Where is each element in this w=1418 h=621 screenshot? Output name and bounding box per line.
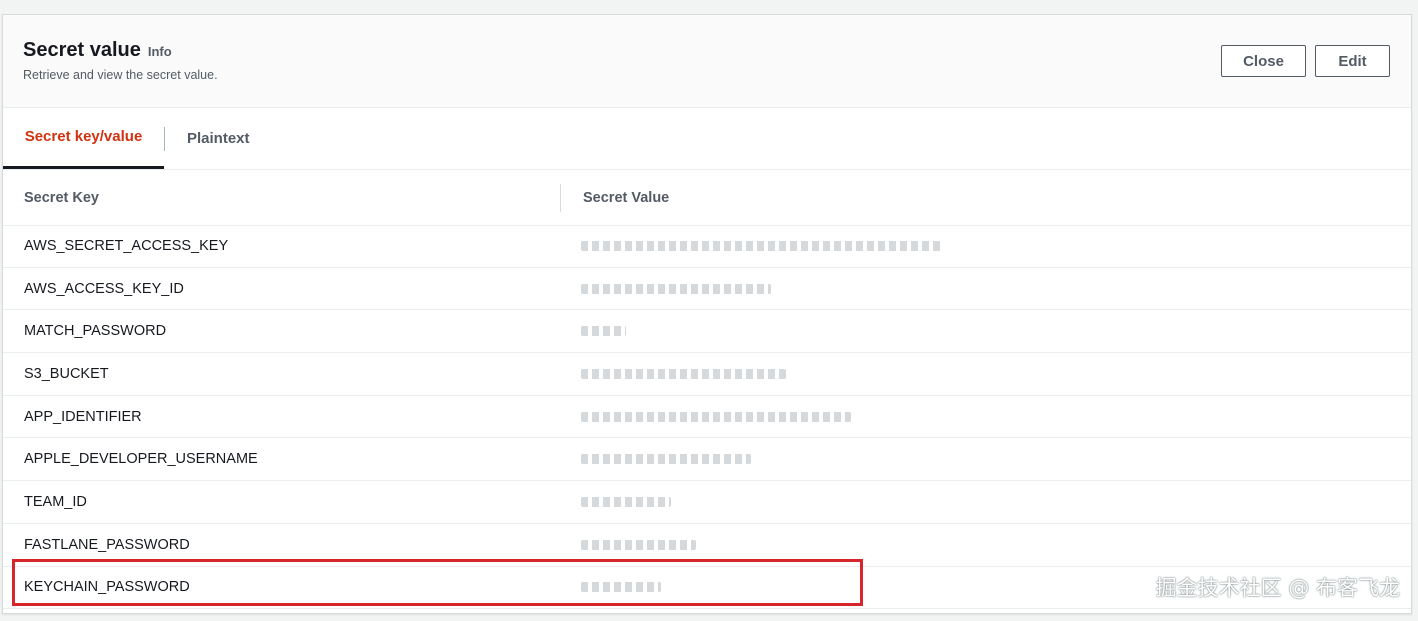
table-row: S3_BUCKET (3, 353, 1411, 396)
redacted-value (581, 326, 626, 337)
secret-key-cell: AWS_SECRET_ACCESS_KEY (24, 237, 229, 254)
tab-secret-key-value[interactable]: Secret key/value (3, 107, 164, 169)
panel-header: Secret value Info Retrieve and view the … (3, 15, 1411, 108)
secret-key-cell: TEAM_ID (24, 493, 87, 510)
title-row: Secret value Info (23, 39, 172, 62)
redacted-value (581, 240, 941, 251)
secret-key-cell: APPLE_DEVELOPER_USERNAME (24, 451, 258, 468)
secret-value-cell (581, 310, 626, 352)
redacted-value (581, 411, 851, 422)
column-divider[interactable] (560, 184, 561, 212)
redacted-value (581, 283, 771, 294)
redacted-value (581, 368, 786, 379)
secret-value-cell (581, 353, 786, 395)
tab-bar: Secret key/value Plaintext (3, 107, 1411, 170)
secret-value-cell (581, 396, 851, 438)
close-button[interactable]: Close (1221, 45, 1306, 77)
redacted-value (581, 454, 751, 465)
table-row: MATCH_PASSWORD (3, 310, 1411, 354)
table-row: APP_IDENTIFIER (3, 396, 1411, 439)
table-row: AWS_SECRET_ACCESS_KEY (3, 225, 1411, 268)
secret-value-cell (581, 225, 941, 267)
table-row: AWS_ACCESS_KEY_ID (3, 268, 1411, 311)
table-body: AWS_SECRET_ACCESS_KEY AWS_ACCESS_KEY_ID … (3, 225, 1411, 610)
secret-value-cell (581, 481, 671, 523)
redacted-value (581, 496, 671, 507)
secret-key-cell: S3_BUCKET (24, 365, 109, 382)
secret-value-cell (581, 438, 751, 480)
secret-key-cell: MATCH_PASSWORD (24, 323, 167, 340)
secret-key-cell: AWS_ACCESS_KEY_ID (24, 280, 184, 297)
watermark: 掘金技术社区 @ 布客飞龙 (1155, 576, 1400, 600)
table-row: APPLE_DEVELOPER_USERNAME (3, 438, 1411, 482)
secret-value-cell (581, 268, 771, 310)
keychain-password-highlight-box (12, 559, 863, 606)
edit-button[interactable]: Edit (1315, 45, 1390, 77)
table-header: Secret Key Secret Value (3, 170, 1411, 226)
tab-plaintext[interactable]: Plaintext (187, 107, 250, 169)
column-header-secret-key: Secret Key (24, 189, 99, 206)
tab-divider (164, 127, 165, 151)
secret-key-cell: APP_IDENTIFIER (24, 408, 142, 425)
table-row: TEAM_ID (3, 481, 1411, 524)
page-title: Secret value (23, 39, 141, 61)
redacted-value (581, 539, 696, 550)
page-subtitle: Retrieve and view the secret value. (23, 68, 218, 82)
secret-value-panel: Secret value Info Retrieve and view the … (2, 14, 1412, 614)
info-link[interactable]: Info (148, 44, 172, 59)
column-header-secret-value: Secret Value (583, 189, 670, 206)
